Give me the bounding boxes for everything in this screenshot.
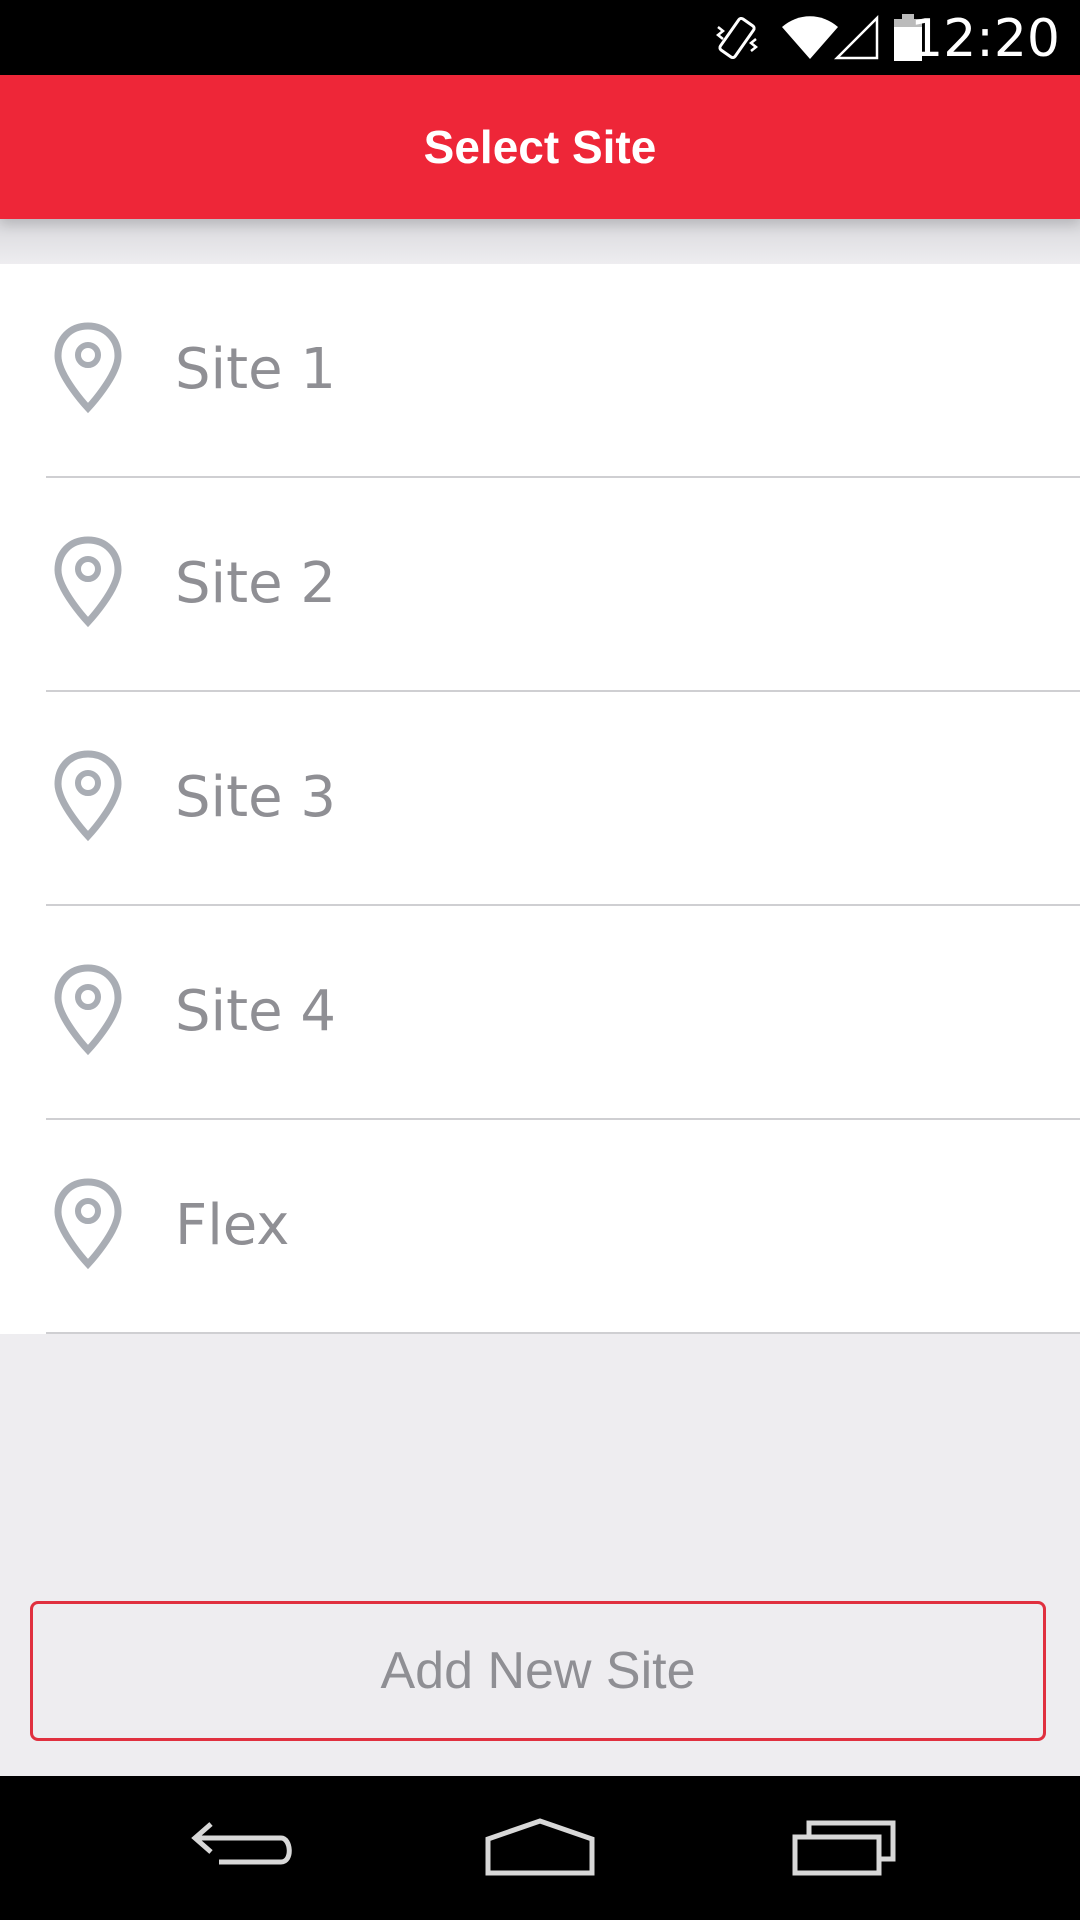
- site-list-item[interactable]: Site 3: [0, 692, 1080, 906]
- page-title: Select Site: [423, 121, 657, 173]
- signal-icon: [832, 0, 882, 75]
- site-label: Site 3: [175, 765, 336, 830]
- location-pin-icon: [54, 964, 122, 1056]
- site-label: Site 4: [175, 979, 336, 1044]
- location-pin-icon: [54, 322, 122, 414]
- screen: 12:20 Select Site Site 1 Site 2 Site 3 S…: [0, 0, 1080, 1920]
- navigation-bar: [0, 1776, 1080, 1920]
- back-icon[interactable]: [140, 1776, 340, 1920]
- home-icon[interactable]: [440, 1776, 640, 1920]
- add-new-site-button[interactable]: Add New Site: [30, 1601, 1046, 1741]
- app-bar-shadow: [0, 219, 1080, 264]
- vibrate-icon: [712, 0, 762, 75]
- site-list-item[interactable]: Site 1: [0, 264, 1080, 478]
- location-pin-icon: [54, 1178, 122, 1270]
- location-pin-icon: [54, 536, 122, 628]
- status-bar: 12:20: [0, 0, 1080, 75]
- site-list-item[interactable]: Site 2: [0, 478, 1080, 692]
- site-label: Flex: [175, 1193, 290, 1258]
- site-label: Site 1: [175, 337, 336, 402]
- site-list: Site 1 Site 2 Site 3 Site 4 Flex: [0, 264, 1080, 1334]
- app-bar: Select Site: [0, 75, 1080, 219]
- site-list-item[interactable]: Site 4: [0, 906, 1080, 1120]
- location-pin-icon: [54, 750, 122, 842]
- site-list-item[interactable]: Flex: [0, 1120, 1080, 1334]
- site-label: Site 2: [175, 551, 336, 616]
- add-new-site-label: Add New Site: [380, 1642, 696, 1700]
- recents-icon[interactable]: [744, 1776, 944, 1920]
- status-time: 12:20: [910, 9, 1060, 69]
